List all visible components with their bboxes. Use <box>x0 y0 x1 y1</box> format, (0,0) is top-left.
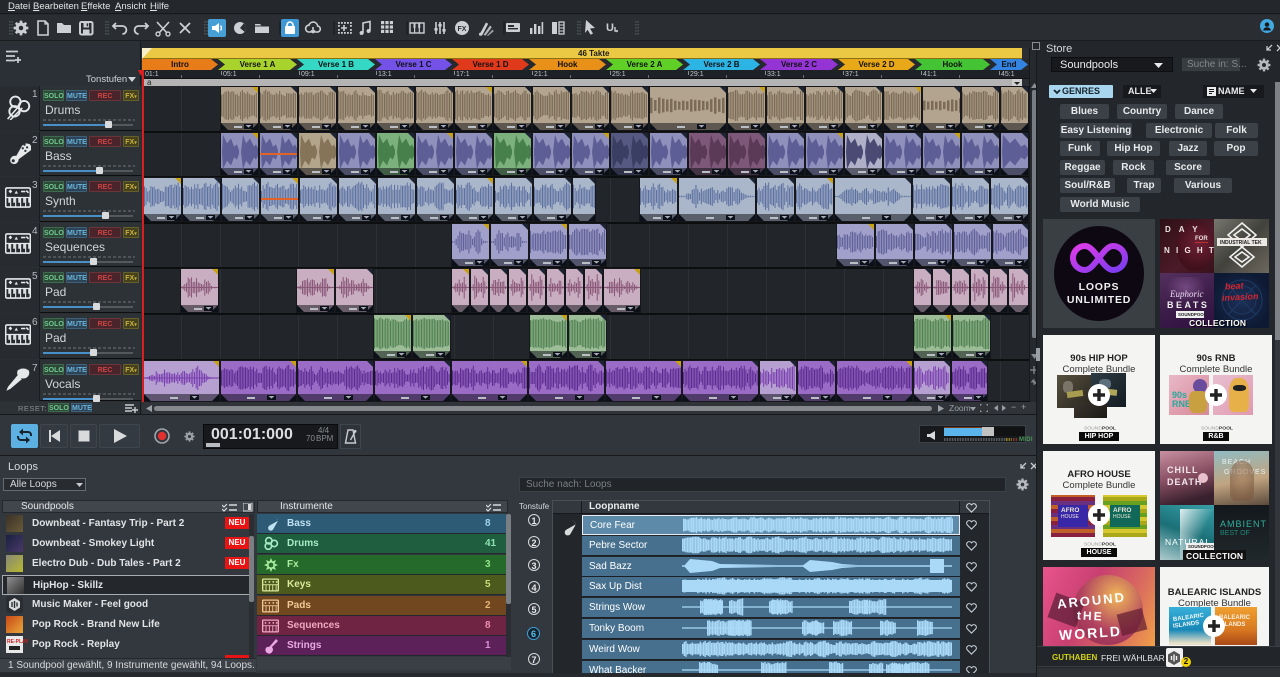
svg-text:U: U <box>606 22 614 34</box>
svg-text:FX: FX <box>458 26 467 33</box>
